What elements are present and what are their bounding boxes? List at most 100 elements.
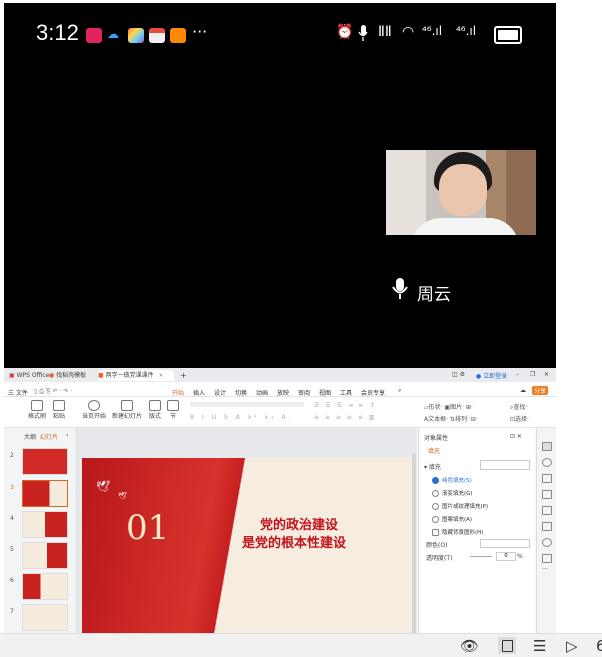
tab-wps-office[interactable]: ▣ WPS Office <box>7 370 49 381</box>
section-button[interactable]: 节 <box>162 398 184 426</box>
quick-access-icons[interactable]: ▯ ⎙ ⎘ ↶ · ↷ · <box>34 388 72 396</box>
animation-side-icon[interactable] <box>542 490 552 499</box>
new-slide-button[interactable]: 新建幻灯片 <box>112 398 142 426</box>
font-selector[interactable] <box>190 402 304 407</box>
alignment-buttons[interactable]: ≡ ≡ ≡ ≡ ≡ ▥ <box>314 414 376 421</box>
vertical-scrollbar[interactable] <box>412 454 416 634</box>
radio-icon <box>432 503 439 510</box>
slide-number: 6 <box>10 577 14 584</box>
slide-title-line-2: 是党的根本性建设 <box>242 536 347 551</box>
fill-section-header[interactable]: ▾ 填充 <box>424 462 441 471</box>
speaker-microphone-icon <box>392 278 408 299</box>
slide-thumbnail-5[interactable] <box>22 542 68 569</box>
pattern-fill-option[interactable]: 图案填充(A) <box>432 515 472 523</box>
new-tab-icon[interactable]: + <box>180 371 187 380</box>
current-slide[interactable]: 🕊 🕊 01 党的政治建设 是党的根本性建设 <box>82 458 412 634</box>
fill-tab[interactable]: 填充 <box>428 446 440 455</box>
tab-slides[interactable]: 幻灯片 <box>40 432 58 441</box>
option-label: 图片或纹理填充(P) <box>442 504 489 510</box>
tab-template[interactable]: ● 找稻壳模板 <box>49 370 95 381</box>
microphone-status-icon <box>358 25 368 41</box>
wps-presentation-window: ▣ WPS Office ● 找稻壳模板 ■ 两学一做党课课件 × + ◫ ⚙ … <box>4 368 556 634</box>
find-button[interactable]: ⌕查找· <box>510 402 527 412</box>
battery-icon <box>494 26 522 44</box>
menu-insert[interactable]: 插入 <box>193 388 205 397</box>
panel-pin-icon[interactable]: ⊡ ✕ <box>510 433 522 440</box>
design-side-icon[interactable] <box>542 474 552 483</box>
delete-side-icon[interactable] <box>542 554 552 563</box>
sync-icon[interactable]: ☁ <box>520 387 526 394</box>
option-label: 隐藏背景图形(H) <box>442 530 484 536</box>
tab-label: 两学一做党课课件 <box>105 372 154 379</box>
gallery-app-icon <box>128 28 144 43</box>
format-painter-button[interactable]: 格式刷 <box>26 398 48 426</box>
hide-background-option[interactable]: 隐藏背景图形(H) <box>432 528 483 536</box>
transform-side-icon[interactable] <box>542 506 552 515</box>
transparency-input[interactable]: 0 <box>496 552 516 561</box>
minimize-icon[interactable]: – <box>516 371 519 378</box>
slide-number: 7 <box>10 608 14 615</box>
share-button[interactable]: 分享 <box>532 386 549 395</box>
menu-transition[interactable]: 切换 <box>235 388 247 397</box>
file-menu[interactable]: 三 文件 <box>8 388 28 397</box>
gradient-fill-option[interactable]: 渐变填充(G) <box>432 489 473 497</box>
collapse-panel-icon[interactable]: ‹ <box>66 432 68 439</box>
radio-icon <box>432 477 439 484</box>
layout-side-icon[interactable] <box>542 522 552 531</box>
search-icon[interactable]: ⌕ <box>398 387 401 395</box>
play-app-icon <box>170 28 186 43</box>
picture-fill-option[interactable]: 图片或纹理填充(P) <box>432 502 488 510</box>
outline-view-icon[interactable]: ☰ <box>533 637 546 655</box>
menu-design[interactable]: 设计 <box>214 388 226 397</box>
participant-video-tile[interactable] <box>386 150 536 235</box>
app-icon <box>86 28 102 43</box>
presentation-file-icon: ■ <box>98 372 104 379</box>
maximize-icon[interactable]: ❐ <box>530 371 535 378</box>
close-tab-icon[interactable]: × <box>159 372 164 379</box>
textbox-tools[interactable]: A文本框· ⇅排列· ⊟· <box>424 414 478 423</box>
menu-slideshow[interactable]: 放映 <box>277 388 289 397</box>
checkbox-icon <box>432 529 439 536</box>
slide-number: 2 <box>10 452 14 459</box>
color-picker[interactable] <box>480 539 530 548</box>
fill-dropdown[interactable] <box>480 460 530 470</box>
play-slideshow-icon[interactable]: ▷ <box>566 637 578 655</box>
start-from-current-button[interactable]: 当页开始 <box>80 398 108 426</box>
more-icon: ··· <box>192 22 208 41</box>
menu-view[interactable]: 视图 <box>319 388 331 397</box>
paste-button[interactable]: 粘贴 <box>48 398 70 426</box>
login-link[interactable]: ● 立即登录 <box>476 371 507 380</box>
speaker-name: 周云 <box>417 285 451 305</box>
help-side-icon[interactable] <box>542 538 552 547</box>
option-label: 渐变填充(G) <box>442 491 473 497</box>
transparency-slider[interactable] <box>470 556 492 557</box>
template-icon: ● <box>49 372 55 379</box>
normal-view-button[interactable] <box>498 637 516 654</box>
login-label: 立即登录 <box>483 373 508 380</box>
slide-thumbnail-2[interactable] <box>22 448 68 475</box>
menu-review[interactable]: 审阅 <box>298 388 310 397</box>
option-label: 纯色填充(S) <box>442 478 472 484</box>
menu-animation[interactable]: 动画 <box>256 388 268 397</box>
star-side-icon[interactable] <box>542 458 552 467</box>
paragraph-buttons[interactable]: ☰ ☰ ☰ ⇥ ⇤ ↕ <box>314 402 377 409</box>
select-button[interactable]: ⊡选择· <box>510 414 529 423</box>
slide-thumbnail-3[interactable] <box>22 480 68 507</box>
tab-outline[interactable]: 大纲 <box>24 432 36 441</box>
window-layout-icon[interactable]: ◫ ⚙ <box>452 371 465 378</box>
tab-document[interactable]: ■ 两学一做党课课件 × <box>98 370 174 381</box>
slide-thumbnail-7[interactable] <box>22 604 68 631</box>
solid-fill-option[interactable]: 纯色填充(S) <box>432 476 472 484</box>
shape-tools[interactable]: ▱形状· ▣图片· ⊞· <box>424 402 473 411</box>
more-side-icon[interactable]: ··· <box>542 566 548 573</box>
font-format-buttons[interactable]: B I U S A x² x₂ A· <box>190 414 293 421</box>
menu-tools[interactable]: 工具 <box>340 388 352 397</box>
slide-thumbnail-4[interactable] <box>22 511 68 538</box>
properties-side-icon[interactable] <box>542 442 552 451</box>
fill-section-label: 填充 <box>428 464 441 471</box>
close-window-icon[interactable]: ✕ <box>544 371 549 378</box>
slide-thumbnail-6[interactable] <box>22 573 68 600</box>
zoom-icon[interactable]: 6 <box>596 637 602 655</box>
eye-icon[interactable]: 👁 <box>460 637 479 655</box>
menu-member[interactable]: 会员专享 <box>361 388 385 397</box>
